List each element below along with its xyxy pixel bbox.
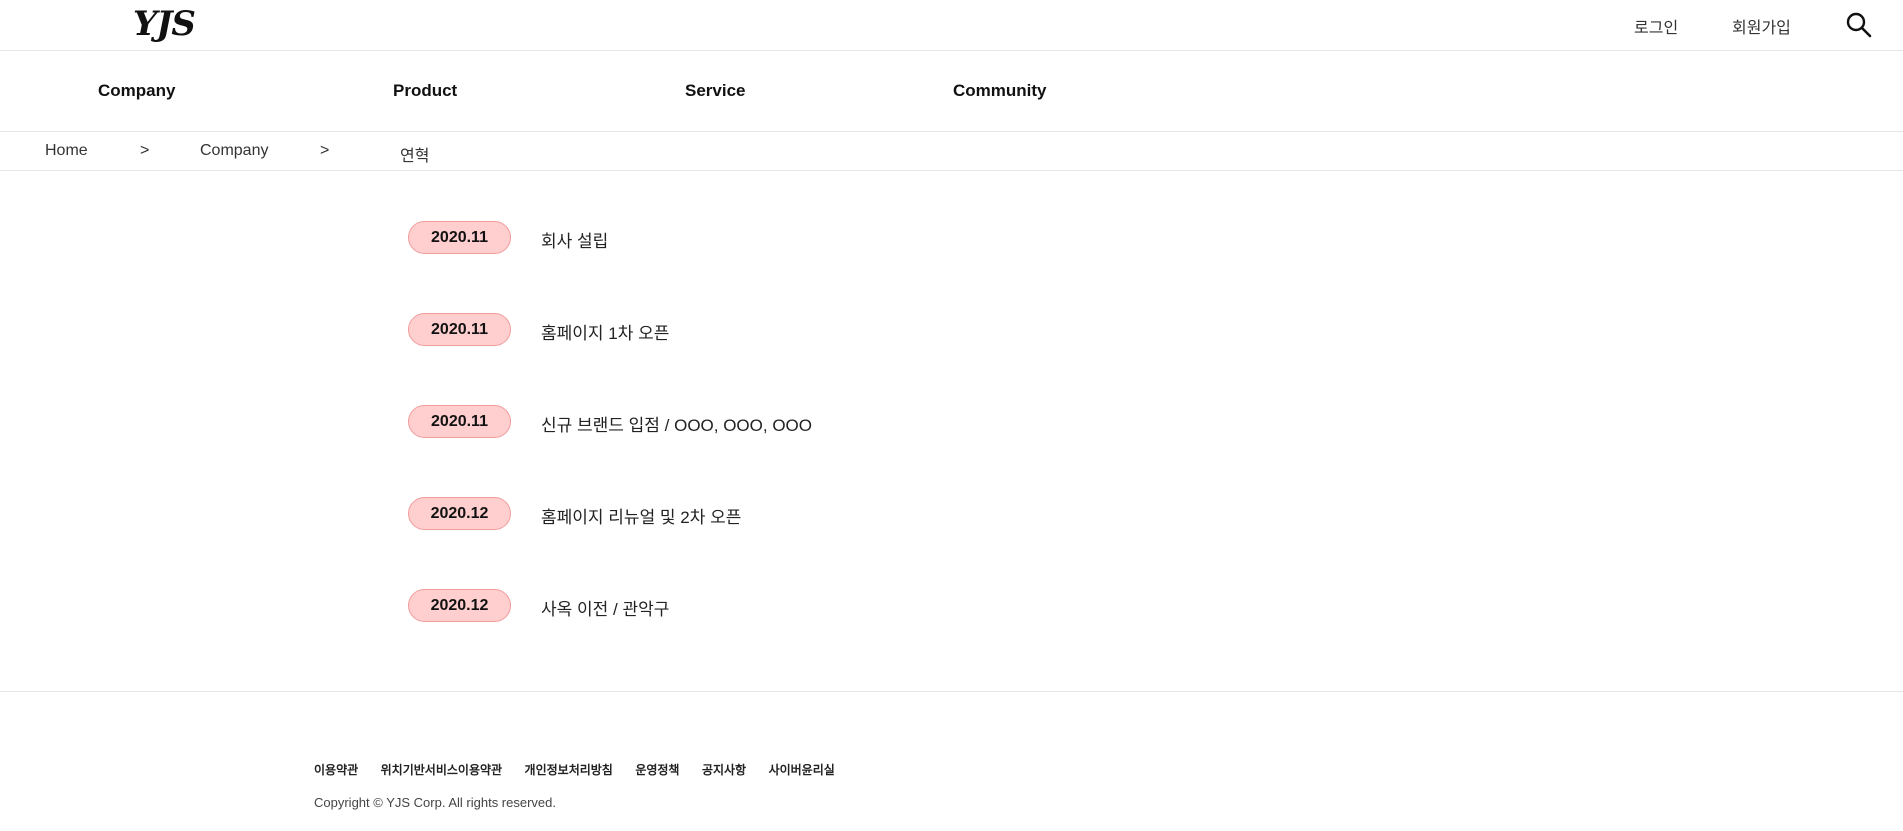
- main-nav: Company Product Service Community: [0, 51, 1903, 132]
- footer-link-privacy[interactable]: 개인정보처리방침: [525, 761, 613, 778]
- breadcrumb: Home > Company > 연혁: [0, 132, 1903, 171]
- footer-link-terms[interactable]: 이용약관: [314, 761, 358, 778]
- login-link[interactable]: 로그인: [1634, 14, 1678, 38]
- breadcrumb-company[interactable]: Company: [200, 142, 268, 160]
- timeline-date-badge: 2020.12: [408, 497, 511, 530]
- timeline-date-badge: 2020.11: [408, 221, 511, 254]
- footer-link-notice[interactable]: 공지사항: [702, 761, 746, 778]
- footer-link-cyber-ethics[interactable]: 사이버윤리실: [769, 761, 835, 778]
- nav-item-service[interactable]: Service: [685, 81, 746, 101]
- search-icon-graphic: [1846, 12, 1872, 38]
- timeline-date-badge: 2020.11: [408, 405, 511, 438]
- breadcrumb-separator: >: [140, 142, 150, 159]
- timeline-date-badge: 2020.12: [408, 589, 511, 622]
- breadcrumb-separator: >: [320, 142, 330, 159]
- footer-links: 이용약관 위치기반서비스이용약관 개인정보처리방침 운영정책 공지사항 사이버윤…: [314, 761, 853, 779]
- timeline-text: 홈페이지 1차 오픈: [541, 324, 670, 343]
- top-bar: YJS 로그인 회원가입: [0, 0, 1903, 51]
- signup-link[interactable]: 회원가입: [1732, 14, 1791, 38]
- search-icon[interactable]: [1846, 12, 1872, 38]
- site-footer: 이용약관 위치기반서비스이용약관 개인정보처리방침 운영정책 공지사항 사이버윤…: [0, 691, 1903, 831]
- footer-link-policy[interactable]: 운영정책: [635, 761, 679, 778]
- nav-item-community[interactable]: Community: [953, 81, 1047, 101]
- timeline-text: 사옥 이전 / 관악구: [541, 600, 670, 619]
- breadcrumb-home[interactable]: Home: [45, 142, 88, 160]
- copyright-text: Copyright © YJS Corp. All rights reserve…: [314, 795, 556, 810]
- nav-item-company[interactable]: Company: [98, 81, 175, 101]
- timeline-text: 회사 설립: [541, 232, 609, 251]
- breadcrumb-current: 연혁: [400, 148, 430, 165]
- footer-link-location-terms[interactable]: 위치기반서비스이용약관: [381, 761, 502, 778]
- nav-item-product[interactable]: Product: [393, 81, 457, 101]
- timeline-text: 신규 브랜드 입점 / OOO, OOO, OOO: [541, 416, 812, 435]
- timeline-date-badge: 2020.11: [408, 313, 511, 346]
- history-timeline: 2020.11 회사 설립 2020.11 홈페이지 1차 오픈 2020.11…: [0, 171, 1903, 691]
- timeline-text: 홈페이지 리뉴얼 및 2차 오픈: [541, 508, 742, 527]
- site-logo[interactable]: YJS: [133, 4, 196, 44]
